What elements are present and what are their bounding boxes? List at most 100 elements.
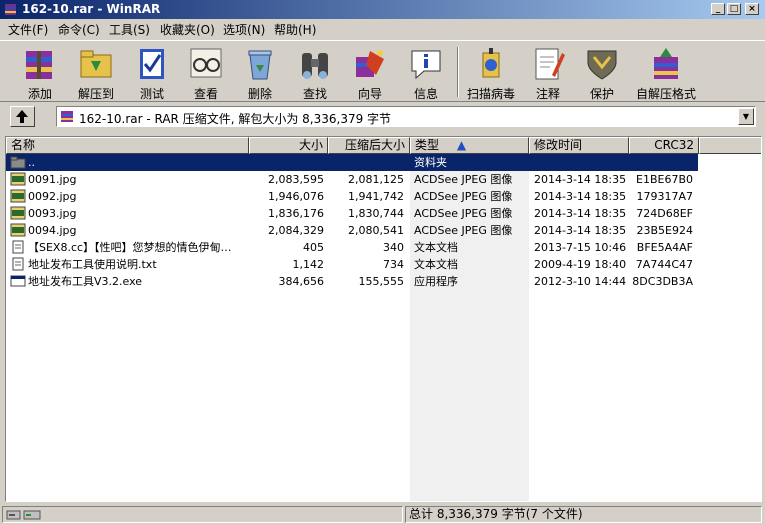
menu-help[interactable]: 帮助(H) bbox=[274, 21, 316, 38]
tool-extract-button[interactable]: 解压到 bbox=[74, 45, 118, 102]
sort-ascending-icon: ▲ bbox=[456, 138, 467, 152]
tool-virus-scan-button[interactable]: 扫描病毒 bbox=[464, 45, 518, 102]
close-button[interactable]: × bbox=[745, 3, 759, 15]
folder-icon bbox=[10, 156, 26, 169]
jpeg-file-icon bbox=[10, 172, 26, 186]
tool-delete-button[interactable]: 删除 bbox=[238, 45, 282, 102]
file-crc32: 7A744C47 bbox=[635, 258, 693, 271]
tool-wizard-button[interactable]: 向导 bbox=[348, 45, 392, 102]
file-modified: 2014-3-14 18:35 bbox=[534, 190, 627, 203]
exe-file-icon bbox=[10, 275, 26, 287]
header-packed[interactable]: 压缩后大小 bbox=[328, 137, 410, 154]
status-left-pane bbox=[2, 506, 403, 523]
up-folder-button[interactable] bbox=[10, 106, 35, 127]
file-crc32: 8DC3DB3A bbox=[632, 275, 693, 288]
tool-comment-button[interactable]: 注释 bbox=[526, 45, 570, 102]
comment-icon bbox=[535, 48, 565, 80]
file-row[interactable]: 0091.jpg 2,083,595 2,081,125 ACDSee JPEG 图像… bbox=[6, 171, 698, 188]
tool-view-button[interactable]: 查看 bbox=[184, 45, 228, 102]
tool-protect-label: 保护 bbox=[589, 87, 614, 101]
file-row[interactable]: 0092.jpg 1,946,076 1,941,742 ACDSee JPEG 图像… bbox=[6, 188, 698, 205]
file-size: 405 bbox=[303, 241, 324, 254]
status-total-text: 总计 8,336,379 字节(7 个文件) bbox=[405, 506, 762, 523]
file-name: .. bbox=[28, 156, 35, 169]
file-row[interactable]: 【SEX8.cc】【性吧】您梦想的情色伊甸… 405 340 文本文档 2013-7-1… bbox=[6, 239, 698, 256]
file-packed-size: 155,555 bbox=[358, 275, 405, 288]
status-bar: 总计 8,336,379 字节(7 个文件) bbox=[0, 504, 765, 524]
header-size[interactable]: 大小 bbox=[249, 137, 328, 154]
toolbar: 添加 解压到 测试 查看 删除 查找 向导 信息 扫描病毒 注释 保护 自解压格… bbox=[0, 40, 765, 102]
header-crc32[interactable]: CRC32 bbox=[629, 137, 699, 154]
file-type: 资料夹 bbox=[414, 156, 447, 169]
file-type: 应用程序 bbox=[414, 275, 458, 288]
file-packed-size: 1,830,744 bbox=[348, 207, 404, 220]
text-file-icon bbox=[12, 257, 24, 271]
menu-commands[interactable]: 命令(C) bbox=[58, 21, 100, 38]
file-name: 0094.jpg bbox=[28, 224, 77, 237]
file-type: 文本文档 bbox=[414, 241, 458, 254]
view-glasses-icon bbox=[190, 48, 222, 78]
file-crc32: 724D68EF bbox=[636, 207, 693, 220]
file-crc32: 23B5E924 bbox=[636, 224, 694, 237]
file-row[interactable]: 地址发布工具使用说明.txt 1,142 734 文本文档 2009-4-19 18:4… bbox=[6, 256, 698, 273]
file-name: 地址发布工具使用说明.txt bbox=[28, 258, 157, 271]
path-combobox[interactable]: 162-10.rar - RAR 压缩文件, 解包大小为 8,336,379 字… bbox=[56, 106, 756, 127]
minimize-button[interactable]: _ bbox=[711, 3, 725, 15]
file-size: 384,656 bbox=[278, 275, 325, 288]
file-packed-size: 2,081,125 bbox=[348, 173, 404, 186]
title-bar[interactable]: 162-10.rar - WinRAR _ □ × bbox=[0, 0, 765, 19]
tool-test-label: 测试 bbox=[139, 87, 164, 101]
sfx-icon bbox=[654, 48, 678, 79]
file-packed-size: 734 bbox=[383, 258, 404, 271]
menu-favorites[interactable]: 收藏夹(O) bbox=[160, 21, 215, 38]
window-title: 162-10.rar - WinRAR bbox=[22, 2, 161, 16]
file-name: 0091.jpg bbox=[28, 173, 77, 186]
tool-protect-button[interactable]: 保护 bbox=[580, 45, 624, 102]
tool-add-label: 添加 bbox=[27, 87, 52, 101]
file-size: 2,084,329 bbox=[268, 224, 324, 237]
tool-delete-label: 删除 bbox=[247, 87, 272, 101]
file-type: ACDSee JPEG 图像 bbox=[414, 190, 513, 203]
file-row[interactable]: .. 资料夹 bbox=[6, 154, 698, 171]
tool-find-button[interactable]: 查找 bbox=[293, 45, 337, 102]
file-list[interactable]: 名称 大小 压缩后大小 类型 ▲ 修改时间 CRC32 .. 资料夹 0091.jp… bbox=[5, 136, 762, 502]
file-row[interactable]: 0094.jpg 2,084,329 2,080,541 ACDSee JPEG 图像… bbox=[6, 222, 698, 239]
file-crc32: BFE5A4AF bbox=[636, 241, 693, 254]
menu-options[interactable]: 选项(N) bbox=[223, 21, 265, 38]
file-type: 文本文档 bbox=[414, 258, 458, 271]
menu-tools[interactable]: 工具(S) bbox=[109, 21, 150, 38]
tool-add-button[interactable]: 添加 bbox=[18, 45, 62, 102]
header-modified[interactable]: 修改时间 bbox=[529, 137, 629, 154]
file-modified: 2013-7-15 10:46 bbox=[534, 241, 627, 254]
jpeg-file-icon bbox=[10, 206, 26, 220]
file-packed-size: 340 bbox=[383, 241, 404, 254]
path-dropdown-button[interactable]: ▼ bbox=[738, 108, 754, 125]
tool-find-label: 查找 bbox=[302, 87, 327, 101]
tool-wizard-label: 向导 bbox=[357, 87, 382, 101]
tool-info-label: 信息 bbox=[413, 87, 438, 101]
file-modified: 2009-4-19 18:40 bbox=[534, 258, 627, 271]
file-modified: 2014-3-14 18:35 bbox=[534, 224, 627, 237]
tool-sfx-button[interactable]: 自解压格式 bbox=[634, 45, 698, 102]
chevron-down-icon: ▼ bbox=[742, 112, 750, 121]
file-name: 0093.jpg bbox=[28, 207, 77, 220]
header-type-label: 类型 bbox=[415, 138, 440, 152]
info-icon bbox=[411, 50, 441, 80]
tool-test-button[interactable]: 测试 bbox=[130, 45, 174, 102]
tool-view-label: 查看 bbox=[193, 87, 218, 101]
protect-shield-icon bbox=[587, 50, 617, 80]
header-type[interactable]: 类型 ▲ bbox=[410, 137, 529, 154]
maximize-button[interactable]: □ bbox=[727, 3, 741, 15]
file-row[interactable]: 地址发布工具V3.2.exe 384,656 155,555 应用程序 2012-3-1… bbox=[6, 273, 698, 290]
tool-info-button[interactable]: 信息 bbox=[404, 45, 448, 102]
rar-archive-icon bbox=[61, 111, 73, 122]
file-row[interactable]: 0093.jpg 1,836,176 1,830,744 ACDSee JPEG 图像… bbox=[6, 205, 698, 222]
extract-folder-icon bbox=[80, 50, 112, 78]
header-name[interactable]: 名称 bbox=[6, 137, 249, 154]
tool-extract-label: 解压到 bbox=[77, 87, 114, 101]
delete-recycle-icon bbox=[248, 50, 272, 80]
address-bar: 162-10.rar - RAR 压缩文件, 解包大小为 8,336,379 字… bbox=[0, 102, 765, 130]
add-archive-icon bbox=[26, 51, 52, 79]
menu-file[interactable]: 文件(F) bbox=[8, 21, 48, 38]
tool-virus-scan-label: 扫描病毒 bbox=[466, 87, 515, 101]
